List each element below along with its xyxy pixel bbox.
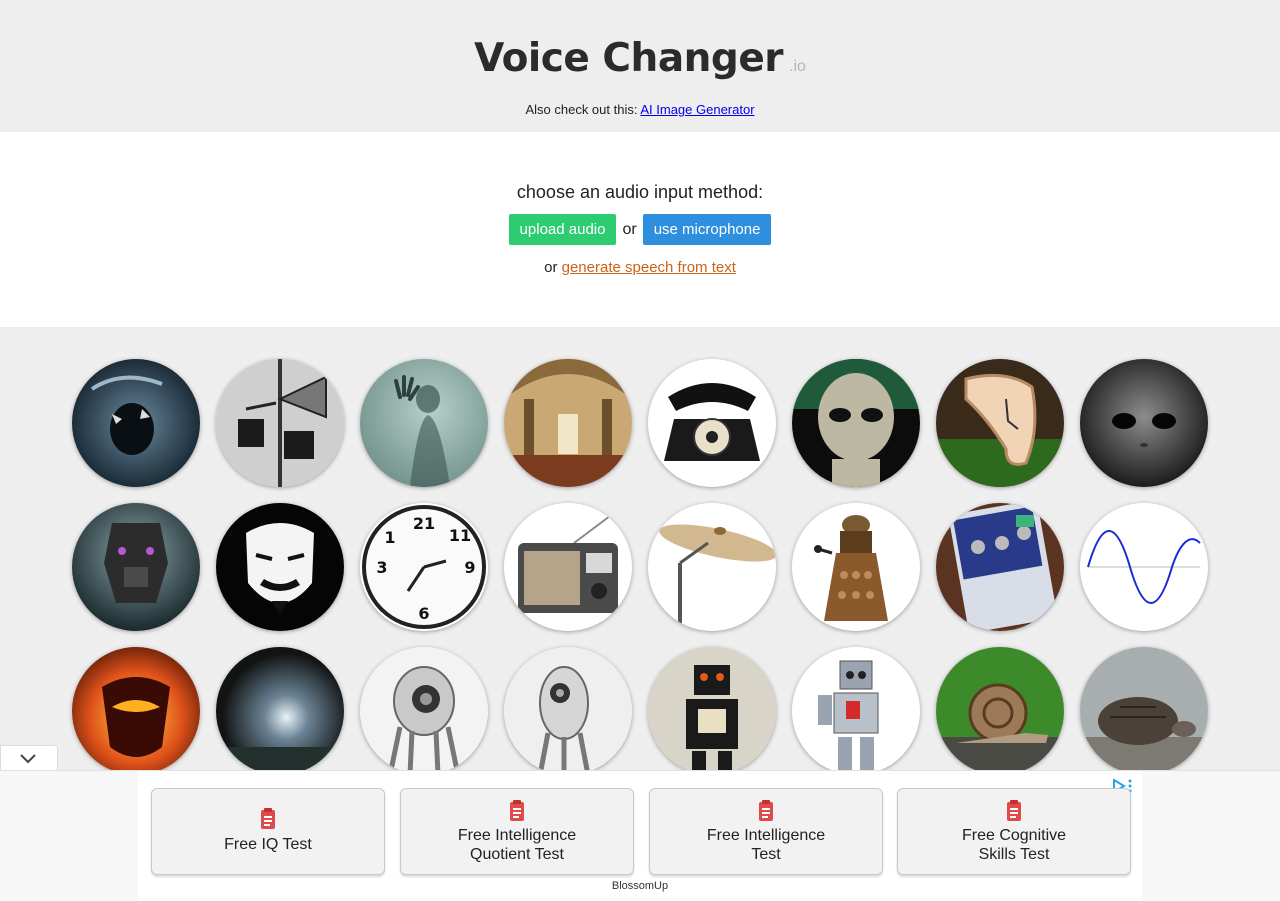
voice-effect-cave[interactable] <box>216 647 344 775</box>
monster-roar-icon <box>72 359 200 487</box>
svg-text:6: 6 <box>418 604 429 623</box>
voice-effect-radio[interactable] <box>504 503 632 631</box>
site-header: Voice Changer .io Also check out this: AI… <box>0 0 1280 132</box>
voice-effect-dalek[interactable] <box>792 503 920 631</box>
voice-effect-robot-warrior[interactable] <box>72 503 200 631</box>
cymbal-icon <box>648 503 776 631</box>
checkout-prefix: Also check out this: <box>525 102 638 117</box>
voice-effect-sine-wave[interactable] <box>1080 503 1208 631</box>
ghost-icon <box>360 359 488 487</box>
svg-text:3: 3 <box>376 558 387 577</box>
cathedral-icon <box>504 359 632 487</box>
tin-robot-icon <box>648 647 776 775</box>
clipboard-icon <box>261 808 275 829</box>
snail-icon <box>936 647 1064 775</box>
eye-robot-2-icon <box>504 647 632 775</box>
voice-effect-ghost[interactable] <box>360 359 488 487</box>
tortoise-icon <box>1080 647 1208 775</box>
site-title-text[interactable]: Voice Changer <box>474 36 783 81</box>
toy-robot-icon <box>792 647 920 775</box>
voice-effect-cymbal[interactable] <box>648 503 776 631</box>
site-title-suffix: .io <box>789 58 806 75</box>
voice-effect-eye-robot[interactable] <box>360 647 488 775</box>
ad-button-label: Free Cognitive Skills Test <box>961 827 1067 863</box>
or-label: or <box>622 220 637 238</box>
ad-button-intelligence-quotient-test[interactable]: Free Intelligence Quotient Test <box>400 788 634 875</box>
effects-pedal-icon <box>936 503 1064 631</box>
dalek-icon <box>792 503 920 631</box>
audio-input-panel: choose an audio input method: upload aud… <box>0 132 1280 327</box>
ai-image-generator-link[interactable]: AI Image Generator <box>640 102 754 117</box>
voice-effect-tin-robot[interactable] <box>648 647 776 775</box>
voice-effect-monster[interactable] <box>72 359 200 487</box>
clipboard-icon <box>510 800 524 821</box>
generate-speech-link[interactable]: generate speech from text <box>562 259 736 276</box>
voice-effect-snail[interactable] <box>936 647 1064 775</box>
clipboard-icon <box>1007 800 1021 821</box>
voice-effect-melting-clock[interactable] <box>936 359 1064 487</box>
voice-effect-telephone[interactable] <box>648 359 776 487</box>
ad-collapse-toggle[interactable] <box>0 745 58 772</box>
ad-button-cognitive-skills-test[interactable]: Free Cognitive Skills Test <box>897 788 1131 875</box>
voice-effect-backwards-clock[interactable]: 21 11 9 6 3 1 <box>360 503 488 631</box>
svg-text:1: 1 <box>384 528 395 547</box>
ad-button-label: Free Intelligence Test <box>706 827 826 863</box>
anonymous-mask-icon <box>216 503 344 631</box>
alien-icon <box>792 359 920 487</box>
input-method-prompt: choose an audio input method: <box>516 182 764 202</box>
upload-audio-button[interactable]: upload audio <box>508 214 617 245</box>
svg-text:11: 11 <box>449 526 471 545</box>
chevron-down-icon <box>20 754 36 764</box>
fire-demon-icon <box>72 647 200 775</box>
use-microphone-button[interactable]: use microphone <box>642 214 772 245</box>
megaphone-icon <box>216 359 344 487</box>
ad-button-intelligence-test[interactable]: Free Intelligence Test <box>649 788 883 875</box>
checkout-line: Also check out this: AI Image Generator <box>0 102 1280 117</box>
ad-banner: Free IQ Test Free Intelligence Quotient … <box>0 770 1280 901</box>
voice-effect-alien[interactable] <box>792 359 920 487</box>
voice-effect-toy-robot[interactable] <box>792 647 920 775</box>
site-title[interactable]: Voice Changer .io <box>0 36 1280 81</box>
ad-button-label: Free IQ Test <box>224 836 312 853</box>
tts-line: or generate speech from text <box>0 259 1280 276</box>
sine-wave-icon <box>1080 503 1208 631</box>
voice-effect-anonymous[interactable] <box>216 503 344 631</box>
tts-prefix: or <box>544 259 558 276</box>
robot-warrior-icon <box>72 503 200 631</box>
voice-effect-tortoise[interactable] <box>1080 647 1208 775</box>
voice-effect-megaphone[interactable] <box>216 359 344 487</box>
voice-effect-grey-alien[interactable] <box>1080 359 1208 487</box>
ad-button-iq-test[interactable]: Free IQ Test <box>151 788 385 875</box>
voice-effect-eye-robot-2[interactable] <box>504 647 632 775</box>
grey-alien-icon <box>1080 359 1208 487</box>
voice-effect-cathedral[interactable] <box>504 359 632 487</box>
voice-effect-pedal[interactable] <box>936 503 1064 631</box>
melting-clock-icon <box>936 359 1064 487</box>
clipboard-icon <box>759 800 773 821</box>
telephone-icon <box>648 359 776 487</box>
ad-content: Free IQ Test Free Intelligence Quotient … <box>138 771 1142 901</box>
svg-text:9: 9 <box>464 558 475 577</box>
ad-button-label: Free Intelligence Quotient Test <box>457 827 577 863</box>
cave-icon <box>216 647 344 775</box>
input-method-buttons: upload audio or use microphone <box>0 214 1280 245</box>
eye-robot-icon <box>360 647 488 775</box>
radio-icon <box>504 503 632 631</box>
ad-brand[interactable]: BlossomUp <box>138 880 1142 892</box>
voice-effect-fire-demon[interactable] <box>72 647 200 775</box>
backwards-clock-icon: 21 11 9 6 3 1 <box>360 503 488 631</box>
svg-text:21: 21 <box>413 514 435 533</box>
